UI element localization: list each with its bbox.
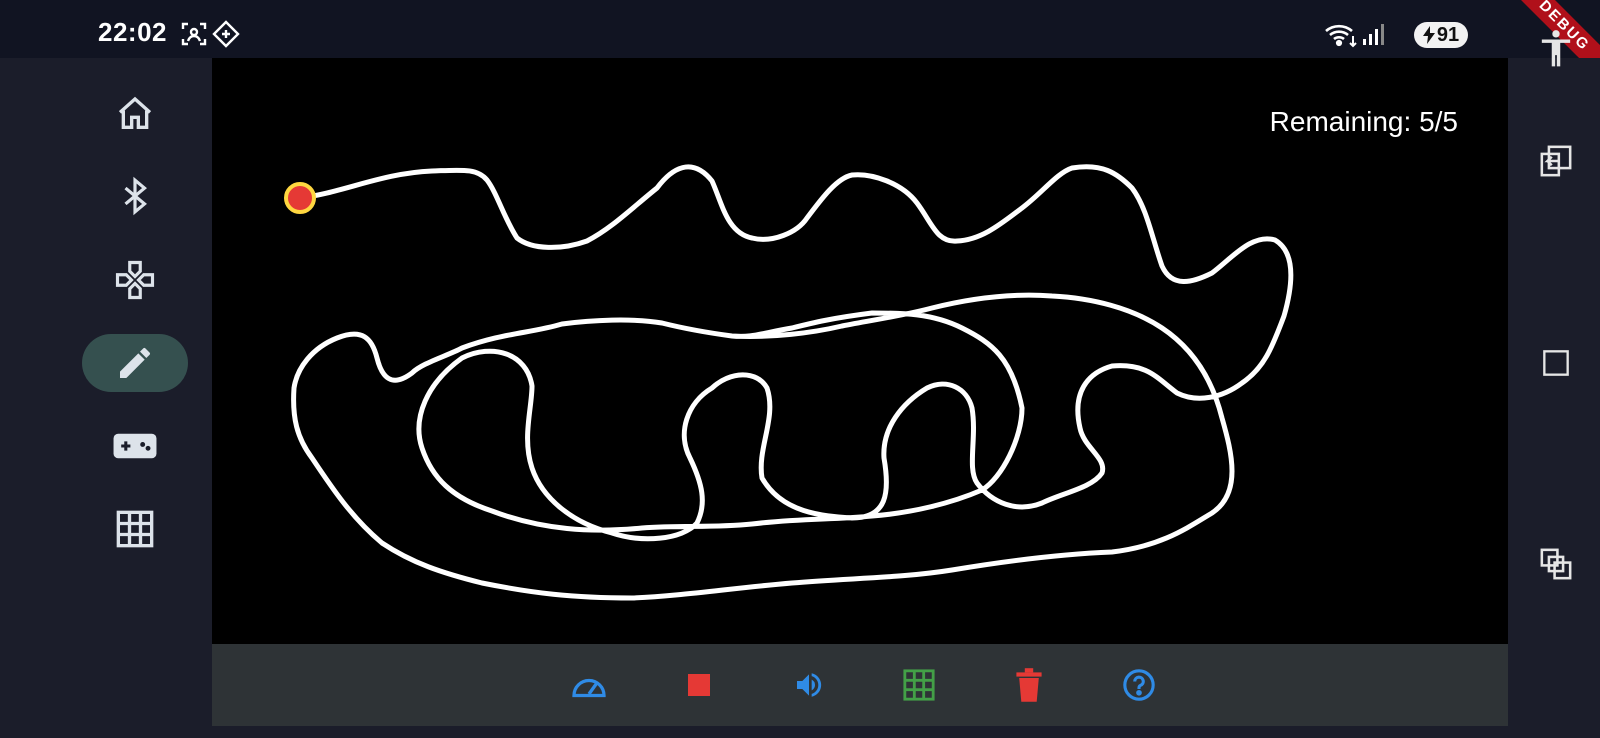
wifi-icon [1324,22,1358,53]
dpad-icon [115,260,155,300]
home-icon [118,96,152,129]
help-button[interactable] [1118,664,1160,706]
gamepad-icon [113,433,157,459]
navigation-rail [0,58,212,738]
trash-icon [1016,668,1042,702]
square-icon [1543,350,1569,376]
system-rail [1508,30,1600,738]
nav-home[interactable] [82,85,188,143]
stop-button[interactable] [678,664,720,706]
split-screen-icon [1540,548,1572,580]
grid-icon [903,669,935,701]
grid-toggle-button[interactable] [898,664,940,706]
accessibility-icon [1541,30,1571,67]
speed-button[interactable] [568,664,610,706]
battery-indicator: 91 [1414,22,1468,48]
volume-button[interactable] [788,664,830,706]
grid-icon [116,510,154,548]
nav-grid[interactable] [82,500,188,558]
start-marker [284,182,316,214]
screenshot-icon [180,20,208,53]
battery-level: 91 [1436,23,1460,46]
rotate-screen-icon [1540,145,1572,177]
status-time: 22:02 [98,17,167,47]
status-bar: 22:02 91 DEBUG [0,0,1600,92]
split-screen-button[interactable] [1536,544,1576,584]
diamond-app-icon [212,20,240,53]
stop-icon [688,674,710,696]
drawing-canvas[interactable]: Remaining: 5/5 [212,58,1508,644]
drawn-path-layer [291,164,1294,601]
charging-bolt-icon [1422,26,1435,44]
nav-gamepad[interactable] [82,417,188,475]
help-icon [1123,669,1155,701]
accessibility-button[interactable] [1536,28,1576,68]
bottom-toolbar [212,644,1508,726]
volume-icon [797,673,822,697]
rotate-screen-button[interactable] [1536,141,1576,181]
nav-draw[interactable] [82,334,188,392]
drawn-path [291,164,1294,601]
nav-bluetooth[interactable] [82,167,188,225]
pencil-icon [120,348,150,378]
nav-dpad[interactable] [82,251,188,309]
speedometer-icon [572,678,606,698]
signal-icon [1362,22,1384,51]
clear-button[interactable] [1008,664,1050,706]
bluetooth-icon [124,176,147,216]
overview-button[interactable] [1536,343,1576,383]
